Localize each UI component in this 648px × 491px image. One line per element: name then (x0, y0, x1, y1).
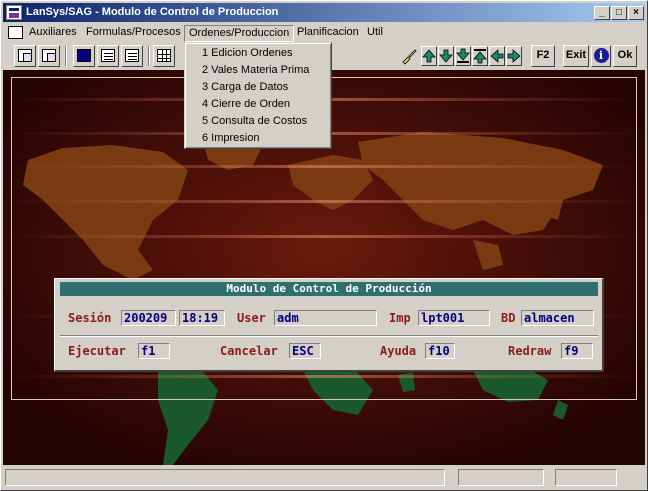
copy-button[interactable] (14, 45, 36, 67)
panel-title: Modulo de Control de Producción (60, 282, 598, 296)
cancelar-label[interactable]: Cancelar (220, 344, 278, 358)
menu-bar: Auxiliares Formulas/Procesos Ordenes/Pro… (3, 23, 645, 42)
redraw-label[interactable]: Redraw (508, 344, 551, 358)
menu-auxiliares[interactable]: Auxiliares (25, 25, 81, 42)
arrow-up-button[interactable] (421, 46, 437, 66)
ok-button[interactable]: Ok (613, 45, 637, 67)
menu-item-vales-materia-prima[interactable]: 2 Vales Materia Prima (202, 62, 309, 79)
title-bar[interactable]: LanSys/SAG - Modulo de Control de Produc… (3, 3, 645, 22)
list-button[interactable] (121, 45, 143, 67)
app-icon[interactable] (6, 5, 22, 20)
ejecutar-label[interactable]: Ejecutar (68, 344, 126, 358)
application-window: LanSys/SAG - Modulo de Control de Produc… (0, 0, 648, 491)
info-button[interactable]: i (591, 45, 611, 67)
menu-item-carga-de-datos[interactable]: 3 Carga de Datos (202, 79, 288, 96)
arrow-down-end-button[interactable] (455, 46, 471, 66)
control-produccion-panel: Modulo de Control de Producción Sesión 2… (54, 278, 604, 372)
menu-item-consulta-de-costos[interactable]: 5 Consulta de Costos (202, 113, 307, 130)
menu-item-cierre-de-orden[interactable]: 4 Cierre de Orden (202, 96, 290, 113)
menu-item-impresion[interactable]: 6 Impresion (202, 130, 259, 147)
status-cell-main (5, 469, 445, 486)
menu-item-edicion-ordenes[interactable]: 1 Edicion Ordenes (202, 45, 293, 62)
grid-icon (157, 49, 171, 62)
close-button[interactable]: × (628, 6, 644, 20)
arrow-down-icon (439, 49, 453, 63)
redraw-key[interactable]: f9 (561, 343, 593, 359)
time-field[interactable]: 18:19 (179, 310, 225, 326)
info-icon: i (593, 48, 609, 63)
menu-planificacion[interactable]: Planificacion (293, 25, 363, 42)
f2-button[interactable]: F2 (531, 45, 555, 67)
session-field[interactable]: 200209 (121, 310, 176, 326)
form-button[interactable] (97, 45, 119, 67)
arrow-up-end-button[interactable] (472, 46, 488, 66)
arrow-right-button[interactable] (506, 46, 522, 66)
ayuda-label[interactable]: Ayuda (380, 344, 416, 358)
menu-util[interactable]: Util (363, 25, 387, 42)
document-icon[interactable] (8, 26, 23, 39)
copy-icon (18, 49, 32, 62)
brush-button[interactable] (399, 45, 419, 67)
window-title: LanSys/SAG - Modulo de Control de Produc… (26, 6, 279, 18)
grid-button[interactable] (153, 45, 175, 67)
brush-icon (402, 49, 417, 65)
ayuda-key[interactable]: f10 (425, 343, 455, 359)
imp-label: Imp (389, 311, 411, 325)
list-icon (125, 49, 139, 62)
status-cell-3 (555, 469, 617, 486)
form-icon (101, 49, 115, 62)
arrow-left-button[interactable] (489, 46, 505, 66)
paste-button[interactable] (38, 45, 60, 67)
arrow-up-end-icon (473, 49, 487, 64)
exit-button[interactable]: Exit (563, 45, 589, 67)
user-field[interactable]: adm (274, 310, 377, 326)
arrow-right-icon (507, 49, 521, 63)
user-label: User (237, 311, 266, 325)
status-cell-2 (458, 469, 544, 486)
status-bar (3, 468, 645, 488)
paste-icon (42, 49, 56, 62)
menu-formulas-procesos[interactable]: Formulas/Procesos (82, 25, 185, 42)
arrow-left-icon (490, 49, 504, 63)
panel-divider (60, 335, 598, 337)
minimize-button[interactable]: _ (594, 6, 610, 20)
bd-field[interactable]: almacen (521, 310, 594, 326)
imp-field[interactable]: lpt001 (418, 310, 490, 326)
monitor-button[interactable] (73, 45, 95, 67)
arrow-down-button[interactable] (438, 46, 454, 66)
toolbar-separator (148, 46, 150, 66)
cancelar-key[interactable]: ESC (289, 343, 321, 359)
ordenes-produccion-dropdown: 1 Edicion Ordenes 2 Vales Materia Prima … (184, 42, 332, 149)
session-label: Sesión (68, 311, 112, 325)
monitor-icon (77, 49, 91, 62)
toolbar-separator (65, 46, 67, 66)
arrow-down-end-icon (456, 48, 470, 63)
arrow-up-icon (422, 49, 436, 63)
bd-label: BD (501, 311, 516, 325)
menu-ordenes-produccion[interactable]: Ordenes/Produccion (184, 25, 295, 42)
maximize-button[interactable]: □ (611, 6, 627, 20)
ejecutar-key[interactable]: f1 (138, 343, 170, 359)
